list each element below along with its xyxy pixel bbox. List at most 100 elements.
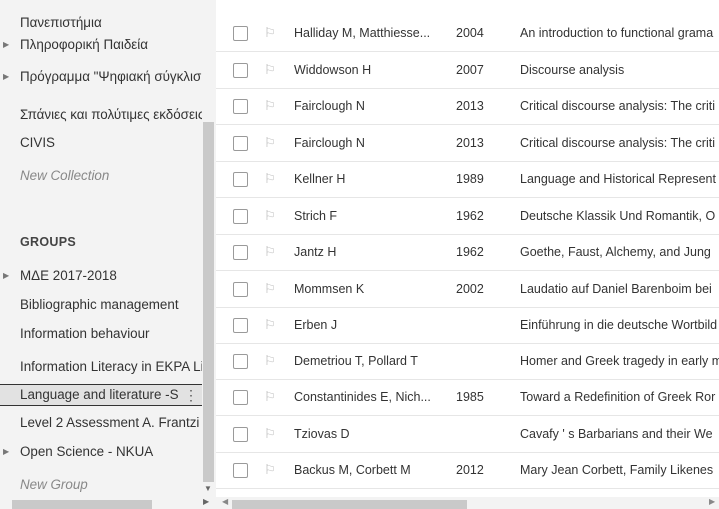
row-checkbox[interactable] (233, 136, 248, 151)
row-author: Mommsen K (294, 282, 365, 296)
row-checkbox[interactable] (233, 26, 248, 41)
row-title: Cavafy ' s Barbarians and their We (520, 427, 713, 441)
row-year: 2013 (456, 99, 484, 113)
row-author: Widdowson H (294, 63, 372, 77)
sidebar-item-collection[interactable]: Πανεπιστήμια (0, 9, 205, 37)
flag-icon[interactable]: ⚐ (264, 307, 276, 343)
flag-icon[interactable]: ⚐ (264, 125, 276, 161)
flag-icon[interactable]: ⚐ (264, 271, 276, 307)
sidebar-item-collection[interactable]: ▶ Πρόγραμμα "Ψηφιακή σύγκλιση (0, 63, 205, 91)
flag-icon[interactable]: ⚐ (264, 379, 276, 415)
flag-icon[interactable]: ⚐ (264, 88, 276, 124)
table-row[interactable]: ⚐ Halliday M, Matthiesse... 2004 An introdu… (216, 15, 719, 52)
table-row[interactable]: ⚐ Mommsen K 2002 Laudatio auf Daniel Barenb… (216, 271, 719, 308)
row-checkbox[interactable] (233, 245, 248, 260)
sidebar-item-label: CIVIS (20, 135, 55, 150)
row-checkbox[interactable] (233, 318, 248, 333)
row-checkbox[interactable] (233, 427, 248, 442)
flag-icon[interactable]: ⚐ (264, 452, 276, 488)
table-row[interactable]: ⚐ Backus M, Corbett M 2012 Mary Jean Corbet… (216, 452, 719, 489)
table-row[interactable]: ⚐ Fairclough N 2013 Critical discourse anal… (216, 125, 719, 162)
collections-sidebar: Πανεπιστήμια ▶ Πληροφορική Παιδεία ▶ Πρό… (0, 0, 216, 509)
table-row[interactable]: ⚐ Tziovas D Cavafy ' s Barbarians and thei… (216, 416, 719, 453)
sidebar-item-label: Πρόγραμμα "Ψηφιακή σύγκλιση (20, 69, 205, 84)
row-checkbox[interactable] (233, 99, 248, 114)
flag-icon[interactable]: ⚐ (264, 234, 276, 270)
row-author: Kellner H (294, 172, 346, 186)
row-checkbox[interactable] (233, 354, 248, 369)
sidebar-item-collection[interactable]: Σπάνιες και πολύτιμες εκδόσεις (0, 101, 205, 129)
scroll-right-arrow-icon[interactable]: ▶ (709, 497, 715, 506)
row-year: 2002 (456, 282, 484, 296)
row-title: Toward a Redefinition of Greek Ror (520, 390, 716, 404)
row-author: Fairclough N (294, 136, 365, 150)
row-author: Constantinides E, Nich... (294, 390, 431, 404)
row-year: 1962 (456, 245, 484, 259)
new-group-button[interactable]: New Group (0, 471, 205, 499)
row-author: Tziovas D (294, 427, 350, 441)
sidebar-item-group-selected[interactable]: Language and literature -S ⋮ (0, 384, 204, 406)
flag-icon[interactable]: ⚐ (264, 416, 276, 452)
sidebar-item-label: Πανεπιστήμια (20, 15, 102, 30)
sidebar-item-label: ΜΔΕ 2017-2018 (20, 268, 117, 283)
row-checkbox[interactable] (233, 172, 248, 187)
groups-heading-label: GROUPS (20, 235, 76, 249)
sidebar-item-label: Information Literacy in EKPA Lib (20, 359, 205, 374)
table-row[interactable]: ⚐ Constantinides E, Nich... 1985 Toward a R… (216, 379, 719, 416)
sidebar-item-collection[interactable]: ▶ Πληροφορική Παιδεία (0, 34, 205, 56)
expand-arrow-icon[interactable]: ▶ (3, 262, 9, 290)
table-row[interactable]: ⚐ Widdowson H 2007 Discourse analysis (216, 52, 719, 89)
scroll-left-arrow-icon[interactable]: ◀ (222, 497, 228, 506)
row-checkbox[interactable] (233, 390, 248, 405)
row-checkbox[interactable] (233, 209, 248, 224)
expand-arrow-icon[interactable]: ▶ (3, 438, 9, 466)
sidebar-item-label: Level 2 Assessment A. Frantzi (20, 415, 200, 430)
table-row[interactable]: ⚐ Jantz H 1962 Goethe, Faust, Alchemy, and … (216, 234, 719, 271)
sidebar-item-group[interactable]: ▶ ΜΔΕ 2017-2018 (0, 262, 205, 290)
sidebar-item-label: Σπάνιες και πολύτιμες εκδόσεις (20, 107, 205, 122)
row-title: Homer and Greek tragedy in early m (520, 354, 719, 368)
row-author: Erben J (294, 318, 338, 332)
row-author: Halliday M, Matthiesse... (294, 26, 431, 40)
row-year: 1989 (456, 172, 484, 186)
row-checkbox[interactable] (233, 282, 248, 297)
expand-arrow-icon[interactable]: ▶ (3, 34, 9, 56)
row-title: Deutsche Klassik Und Romantik, O (520, 209, 716, 223)
row-author: Strich F (294, 209, 338, 223)
flag-icon[interactable]: ⚐ (264, 15, 276, 51)
sidebar-item-group[interactable]: Level 2 Assessment A. Frantzi (0, 409, 205, 437)
sidebar-item-label: Information behaviour (20, 326, 150, 341)
row-checkbox[interactable] (233, 63, 248, 78)
scroll-right-arrow-icon[interactable]: ▶ (203, 497, 209, 506)
groups-heading: GROUPS (0, 228, 205, 256)
flag-icon[interactable]: ⚐ (264, 343, 276, 379)
table-row[interactable]: ⚐ Erben J Einführung in die deutsche Wortb… (216, 307, 719, 344)
flag-icon[interactable]: ⚐ (264, 161, 276, 197)
row-author: Backus M, Corbett M (294, 463, 411, 477)
sidebar-item-group[interactable]: ▶ Open Science - NKUA (0, 438, 205, 466)
sidebar-horizontal-scrollbar-thumb[interactable] (12, 500, 152, 509)
items-list: ⚐ Halliday M, Matthiesse... 2004 An introdu… (216, 0, 719, 496)
row-checkbox[interactable] (233, 463, 248, 478)
scroll-down-arrow-icon[interactable]: ▼ (204, 484, 212, 493)
sidebar-item-label: Πληροφορική Παιδεία (20, 37, 148, 52)
sidebar-item-group[interactable]: Information Literacy in EKPA Lib (0, 353, 205, 381)
sidebar-scrollbar-thumb[interactable] (203, 122, 214, 482)
row-author: Demetriou T, Pollard T (294, 354, 418, 368)
sidebar-item-collection[interactable]: CIVIS (0, 129, 205, 157)
list-horizontal-scrollbar-thumb[interactable] (232, 500, 467, 509)
sidebar-item-group[interactable]: Information behaviour (0, 320, 205, 348)
table-row[interactable]: ⚐ Kellner H 1989 Language and Historical Re… (216, 161, 719, 198)
row-title: Einführung in die deutsche Wortbild (520, 318, 718, 332)
table-row[interactable]: ⚐ Fairclough N 2013 Critical discourse anal… (216, 88, 719, 125)
flag-icon[interactable]: ⚐ (264, 198, 276, 234)
expand-arrow-icon[interactable]: ▶ (3, 63, 9, 91)
sidebar-item-label: New Collection (20, 168, 110, 183)
flag-icon[interactable]: ⚐ (264, 52, 276, 88)
row-title: Critical discourse analysis: The criti (520, 136, 715, 150)
sidebar-item-group[interactable]: Bibliographic management (0, 291, 205, 319)
more-options-icon[interactable]: ⋮ (184, 385, 198, 405)
table-row[interactable]: ⚐ Strich F 1962 Deutsche Klassik Und Romant… (216, 198, 719, 235)
table-row[interactable]: ⚐ Demetriou T, Pollard T Homer and Greek t… (216, 343, 719, 380)
new-collection-button[interactable]: New Collection (0, 162, 205, 190)
